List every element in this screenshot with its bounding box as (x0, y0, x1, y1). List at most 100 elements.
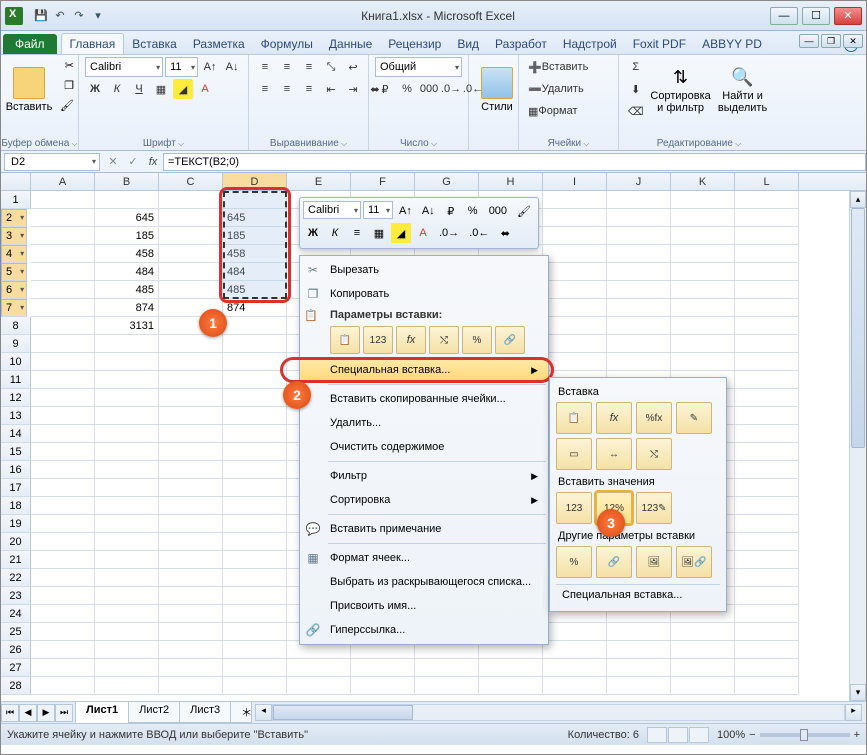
cell[interactable] (159, 371, 223, 389)
row-header[interactable]: 9 (1, 335, 31, 353)
cell[interactable] (31, 407, 95, 425)
paste-all-icon[interactable]: 📋 (330, 326, 360, 354)
increase-decimal-icon[interactable]: .0→ (441, 79, 461, 99)
cell[interactable]: 185 (95, 227, 159, 245)
cell[interactable] (671, 335, 735, 353)
cell[interactable] (671, 353, 735, 371)
row-header[interactable]: 20 (1, 533, 31, 551)
cell[interactable] (671, 227, 735, 245)
cell[interactable] (31, 533, 95, 551)
tab-review[interactable]: Рецензир (380, 34, 449, 54)
cell[interactable] (735, 533, 799, 551)
cell[interactable] (159, 407, 223, 425)
hscroll-track[interactable] (272, 704, 845, 721)
cell[interactable] (671, 299, 735, 317)
row-header[interactable]: 1 (1, 191, 31, 209)
cell[interactable] (95, 605, 159, 623)
cell[interactable] (31, 245, 95, 263)
scroll-down-arrow[interactable]: ▾ (850, 684, 866, 701)
sub-paste-special-dialog[interactable]: Специальная вставка... (556, 584, 720, 605)
ctx-paste-special[interactable]: Специальная вставка... ▶ (300, 358, 548, 382)
cell[interactable] (735, 641, 799, 659)
wrap-text-icon[interactable]: ↩ (343, 57, 363, 77)
maximize-button[interactable]: ☐ (802, 7, 830, 25)
increase-indent-icon[interactable]: ⇥ (343, 79, 363, 99)
cell[interactable] (95, 569, 159, 587)
cell[interactable] (159, 533, 223, 551)
cell[interactable] (95, 479, 159, 497)
sheet-nav-prev[interactable]: ◀ (19, 704, 37, 722)
cell[interactable] (31, 443, 95, 461)
enter-formula-icon[interactable]: ✓ (123, 155, 143, 168)
sub-paste-formulas-fmt-icon[interactable]: %fx (636, 402, 672, 434)
ctx-insert-copied[interactable]: Вставить скопированные ячейки... (300, 387, 548, 411)
cell[interactable] (735, 623, 799, 641)
row-header[interactable]: 15 (1, 443, 31, 461)
cell[interactable] (223, 371, 287, 389)
cell[interactable] (415, 677, 479, 695)
hscroll-thumb[interactable] (273, 705, 413, 720)
row-header[interactable]: 5 (1, 263, 27, 281)
cell[interactable] (223, 443, 287, 461)
cell[interactable] (31, 299, 95, 317)
cell[interactable] (31, 281, 95, 299)
zoom-in-button[interactable]: + (854, 729, 860, 741)
cell[interactable] (543, 281, 607, 299)
scroll-up-arrow[interactable]: ▴ (850, 191, 866, 208)
cell[interactable] (607, 191, 671, 209)
format-painter-icon[interactable]: 🖌 (60, 99, 74, 112)
cell[interactable] (95, 515, 159, 533)
decrease-indent-icon[interactable]: ⇤ (321, 79, 341, 99)
col-header[interactable]: E (287, 173, 351, 190)
cell[interactable] (159, 515, 223, 533)
tab-abbyy[interactable]: ABBYY PD (694, 34, 770, 54)
styles-button[interactable]: Стили (475, 57, 519, 123)
mini-italic-icon[interactable]: К (325, 223, 345, 243)
tab-foxit[interactable]: Foxit PDF (625, 34, 694, 54)
cell[interactable] (159, 425, 223, 443)
cell[interactable] (415, 659, 479, 677)
cell[interactable] (735, 605, 799, 623)
cell[interactable] (95, 623, 159, 641)
cell[interactable] (31, 677, 95, 695)
cell[interactable] (607, 299, 671, 317)
file-tab[interactable]: Файл (3, 34, 57, 54)
cell[interactable] (735, 461, 799, 479)
cell[interactable] (159, 227, 223, 245)
find-select-button[interactable]: 🔍 Найти и выделить (715, 57, 771, 123)
cell[interactable] (671, 209, 735, 227)
cell[interactable] (159, 191, 223, 209)
row-header[interactable]: 11 (1, 371, 31, 389)
tab-data[interactable]: Данные (321, 34, 380, 54)
sheet-nav-last[interactable]: ⏭ (55, 704, 73, 722)
cell[interactable] (543, 335, 607, 353)
sheet-nav-next[interactable]: ▶ (37, 704, 55, 722)
cell[interactable] (607, 659, 671, 677)
mini-shrink-font-icon[interactable]: A↓ (418, 201, 439, 221)
sub-paste-linked-picture-icon[interactable]: 🖼🔗 (676, 546, 712, 578)
cell[interactable] (735, 425, 799, 443)
align-top-icon[interactable]: ≡ (255, 57, 275, 77)
cell[interactable] (607, 677, 671, 695)
cell[interactable] (95, 371, 159, 389)
row-header[interactable]: 22 (1, 569, 31, 587)
cell[interactable] (31, 605, 95, 623)
cell[interactable] (607, 227, 671, 245)
row-header[interactable]: 24 (1, 605, 31, 623)
cell[interactable] (735, 317, 799, 335)
vscroll-thumb[interactable] (851, 208, 865, 448)
horizontal-scrollbar[interactable]: ◂ ▸ (255, 704, 862, 721)
cell[interactable] (95, 533, 159, 551)
mini-merge-icon[interactable]: ⬌ (495, 223, 515, 243)
cell[interactable] (31, 263, 95, 281)
cell[interactable] (31, 461, 95, 479)
sheet-tab[interactable]: Лист1 (75, 702, 129, 723)
cell[interactable] (31, 641, 95, 659)
cut-icon[interactable]: ✂ (65, 59, 74, 72)
ctx-sort[interactable]: Сортировка▶ (300, 488, 548, 512)
mini-font-name[interactable]: Calibri (303, 201, 361, 219)
tab-insert[interactable]: Вставка (124, 34, 185, 54)
cell[interactable] (95, 461, 159, 479)
cell[interactable] (31, 389, 95, 407)
row-header[interactable]: 7 (1, 299, 27, 317)
